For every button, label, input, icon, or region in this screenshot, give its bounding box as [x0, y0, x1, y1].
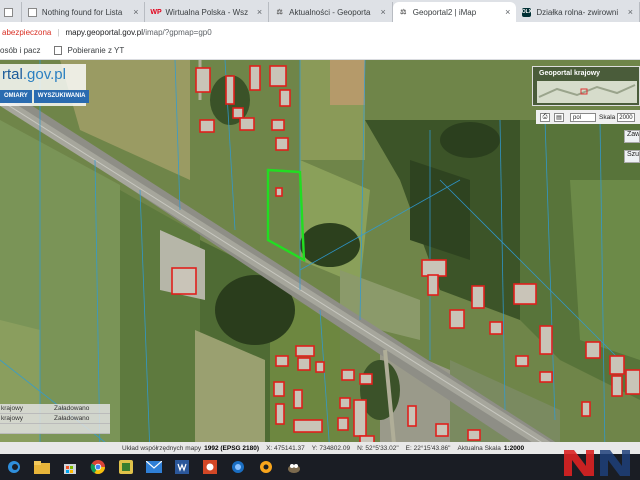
security-status[interactable]: abezpieczona	[0, 28, 51, 37]
tab-5[interactable]: OLX Działka rolna- zwirowni ×	[516, 2, 640, 22]
tab-0[interactable]	[0, 2, 22, 22]
layer-status: Załadowano	[54, 405, 90, 412]
bookmarks-bar: osób i pacz Pobieranie z YT	[0, 42, 640, 60]
layer-row: krajowy Załadowano	[0, 404, 110, 414]
map-viewport[interactable]: rtal.gov.pl OMIARY WYSZUKIWANIA Geoporta…	[0, 60, 640, 454]
layer-status-list: krajowy Załadowano krajowy Załadowano	[0, 404, 110, 434]
tab-title: Działka rolna- zwirowni	[536, 7, 619, 17]
address-bar[interactable]: abezpieczona | mapy.geoportal.gov.pl/ima…	[0, 22, 640, 42]
logo-main: rtal	[2, 66, 23, 83]
tab-title: Nothing found for Lista	[41, 7, 123, 17]
close-tab-icon[interactable]: ×	[133, 7, 138, 17]
close-tab-icon[interactable]: ×	[257, 7, 262, 17]
tab-4[interactable]: ⚖ Geoportal2 | iMap ×	[392, 2, 517, 22]
gimp-icon[interactable]	[280, 454, 308, 480]
geoportal-icon: ⚖	[400, 9, 407, 16]
geoportal-taskbar-icon[interactable]	[224, 454, 252, 480]
bookmark-label: osób i pacz	[0, 46, 41, 55]
word-icon[interactable]	[168, 454, 196, 480]
coord-e: E: 22°15'43.86"	[405, 444, 451, 452]
map-menu: OMIARY WYSZUKIWANIA	[0, 90, 91, 103]
edge-icon[interactable]	[0, 454, 28, 480]
bookmark-page-icon	[54, 46, 63, 55]
side-button-zaw[interactable]: Zaw	[624, 130, 640, 143]
wp-logo-icon: WP	[150, 8, 162, 16]
powerpoint-icon[interactable]	[196, 454, 224, 480]
logo-text: rtal.gov.pl	[2, 66, 66, 83]
overview-title: Geoportal krajowy	[539, 70, 601, 77]
bookmark-item[interactable]: Pobieranie z YT	[54, 46, 124, 55]
file-explorer-icon[interactable]	[28, 454, 56, 480]
layer-row: krajowy Załadowano	[0, 414, 110, 424]
tab-title: Aktualności - Geoporta	[289, 7, 371, 17]
coord-n: N: 52°5'33.02"	[357, 444, 399, 452]
crs-label: Układ współrzędnych mapy	[122, 444, 202, 452]
side-button-szu[interactable]: Szu	[624, 150, 640, 163]
overview-map[interactable]	[537, 81, 637, 103]
taskbar	[0, 454, 640, 480]
watermark-logo	[564, 450, 630, 476]
logo-suffix: .gov.pl	[22, 66, 66, 83]
map-status-bar: Układ współrzędnych mapy 1992 (EPSG 2180…	[0, 442, 640, 454]
coord-y: Y: 734802.09	[311, 444, 351, 452]
layer-name: krajowy	[1, 405, 24, 412]
current-scale-value: 1:2000	[503, 444, 525, 452]
olx-icon: OLX	[521, 7, 532, 17]
tab-title: Wirtualna Polska - Wsz	[165, 7, 249, 17]
overview-map-image	[537, 81, 637, 103]
store-icon[interactable]	[56, 454, 84, 480]
overview-map-panel[interactable]: Geoportal krajowy	[532, 66, 640, 106]
url-text[interactable]: mapy.geoportal.gov.pl/imap/?gpmap=gp0	[65, 28, 211, 37]
close-tab-icon[interactable]: ×	[380, 7, 385, 17]
print-icon[interactable]: ⎙	[540, 112, 550, 122]
chrome-icon[interactable]	[84, 454, 112, 480]
divider: |	[57, 27, 60, 37]
current-scale-label: Aktualna Skala	[457, 444, 501, 452]
bookmark-item[interactable]: osób i pacz	[0, 46, 40, 55]
close-tab-icon[interactable]: ×	[505, 7, 510, 17]
menu-search[interactable]: WYSZUKIWANIA	[33, 90, 90, 103]
tab-2[interactable]: WP Wirtualna Polska - Wsz ×	[145, 2, 270, 22]
page-icon	[4, 7, 13, 17]
app-icon[interactable]	[252, 454, 280, 480]
coord-x: X: 475141.37	[266, 444, 305, 452]
map-toolbar: ⎙ ▤ pol Skala 2000	[536, 110, 640, 124]
layer-name: krajowy	[1, 415, 24, 422]
mail-icon[interactable]	[140, 454, 168, 480]
bookmark-label: Pobieranie z YT	[67, 46, 125, 55]
layer-row	[0, 424, 110, 434]
tab-1[interactable]: Nothing found for Lista ×	[22, 2, 146, 22]
geoportal-logo[interactable]: rtal.gov.pl OMIARY WYSZUKIWANIA	[0, 64, 90, 106]
tab-3[interactable]: ⚖ Aktualności - Geoporta ×	[269, 2, 393, 22]
url-host: mapy.geoportal.gov.pl	[65, 27, 143, 37]
geoportal-icon: ⚖	[276, 9, 283, 16]
close-tab-icon[interactable]: ×	[628, 7, 633, 17]
tab-title: Geoportal2 | iMap	[412, 7, 477, 17]
url-path: /imap/?gpmap=gp0	[142, 27, 212, 37]
layer-status: Załadowano	[54, 415, 90, 422]
crs-value: 1992 (EPSG 2180)	[204, 444, 260, 452]
scale-input[interactable]: 2000	[617, 112, 636, 122]
language-select[interactable]: pol	[570, 112, 596, 122]
photo-app-icon[interactable]	[112, 454, 140, 480]
tab-strip: Nothing found for Lista × WP Wirtualna Pol…	[0, 0, 640, 22]
scale-label: Skala	[599, 113, 616, 121]
save-icon[interactable]: ▤	[554, 112, 564, 122]
menu-measurements[interactable]: OMIARY	[0, 90, 32, 103]
page-icon	[27, 7, 37, 17]
